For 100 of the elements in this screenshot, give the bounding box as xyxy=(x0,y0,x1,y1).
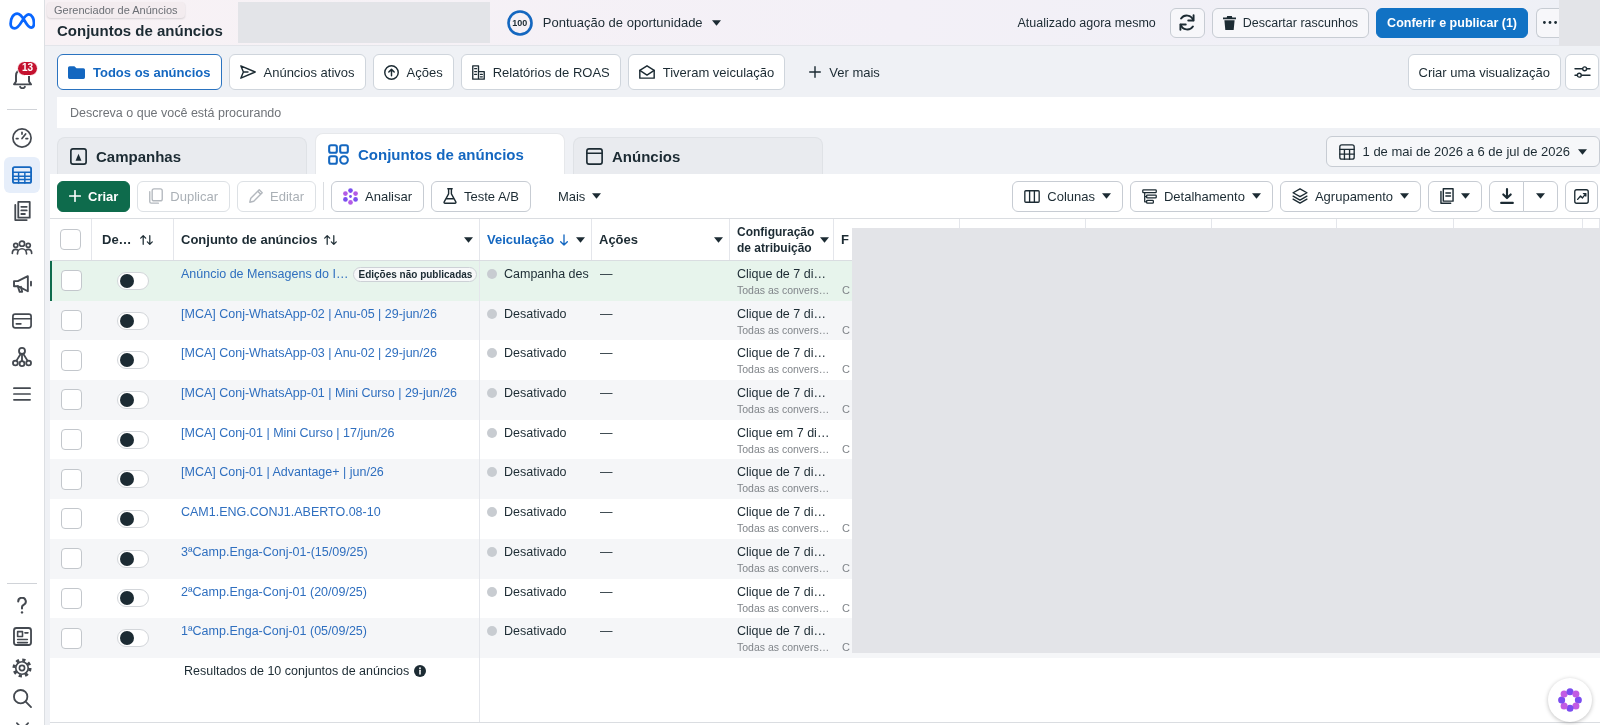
row-checkbox[interactable] xyxy=(60,389,82,411)
row-checkbox[interactable] xyxy=(60,548,82,570)
cell-text: C xyxy=(842,363,850,377)
column-header[interactable]: Conjunto de anúncios xyxy=(181,232,318,247)
view-tab[interactable]: Todos os anúncios xyxy=(57,54,222,90)
megaphone-icon xyxy=(12,275,32,294)
update-status: Atualizado agora mesmo xyxy=(1017,15,1156,30)
column-header[interactable]: Veiculação xyxy=(487,232,555,247)
view-tab[interactable]: Ações xyxy=(372,54,454,90)
toggle-switch[interactable] xyxy=(117,549,149,568)
opportunity-score-button[interactable]: Pontuação de oportunidade xyxy=(540,9,723,36)
cell-text: C xyxy=(842,522,850,536)
sidebar-item[interactable] xyxy=(4,156,40,193)
delivery-status: Desativado xyxy=(504,584,567,600)
row-checkbox[interactable] xyxy=(60,468,82,490)
cell-text: C xyxy=(842,442,850,456)
ad-set-name-link[interactable]: 3ªCamp.Enga-Conj-01-(15/09/25) xyxy=(181,544,368,560)
caret-icon xyxy=(1461,193,1470,199)
level-tab[interactable]: Campanhas xyxy=(57,137,307,174)
toolbar-button[interactable]: Analisar xyxy=(331,180,424,212)
row-checkbox[interactable] xyxy=(60,627,82,649)
people-icon xyxy=(11,240,33,256)
view-tab[interactable]: Anúncios ativos xyxy=(228,54,366,90)
column-header[interactable]: Ações xyxy=(599,232,639,247)
search-field[interactable]: Descreva o que você está procurando xyxy=(57,97,1600,128)
toolbar-button[interactable]: Teste A/B xyxy=(431,180,531,212)
toggle-switch[interactable] xyxy=(117,509,149,528)
row-checkbox[interactable] xyxy=(60,429,82,451)
ad-set-name-link[interactable]: 2ªCamp.Enga-Conj-01 (20/09/25) xyxy=(181,584,367,600)
infinity-logo-icon xyxy=(9,12,35,30)
attribution-setting: Clique de 7 di… xyxy=(737,306,826,322)
download-button[interactable] xyxy=(1489,180,1524,212)
status-dot-icon xyxy=(487,388,497,399)
attribution-setting: Clique de 7 di… xyxy=(737,267,826,282)
actions-value: — xyxy=(600,425,613,441)
notifications-button[interactable]: 13 xyxy=(4,60,40,96)
ad-set-name-link[interactable]: [MCA] Conj-WhatsApp-02 | Anu-05 | 29-jun/26 xyxy=(181,306,437,322)
publish-button[interactable]: Conferir e publicar (1) xyxy=(1376,7,1528,38)
ad-set-name-link[interactable]: [MCA] Conj-WhatsApp-03 | Anu-02 | 29-jun/26 xyxy=(181,346,437,362)
toggle-switch[interactable] xyxy=(117,589,149,608)
toggle-switch[interactable] xyxy=(117,271,149,290)
view-tab[interactable]: Tiveram veiculação xyxy=(627,54,786,90)
ad-set-name-link[interactable]: Anúncio de Mensagens do I… xyxy=(181,267,349,282)
tooltip: Gerenciador de Anúncios xyxy=(47,2,185,18)
more-menu-button[interactable]: Mais xyxy=(545,180,614,212)
score-ring xyxy=(506,9,533,36)
attribution-setting: Clique de 7 di… xyxy=(737,465,826,481)
toggle-switch[interactable] xyxy=(117,311,149,330)
refresh-button[interactable] xyxy=(1169,7,1205,38)
column-header[interactable]: Configuração de atribuição xyxy=(737,223,818,256)
pages-menu-button[interactable] xyxy=(1428,180,1482,212)
menu-icon xyxy=(13,386,31,401)
ad-set-name-link[interactable]: [MCA] Conj-01 | Mini Curso | 17/jun/26 xyxy=(181,425,395,441)
network-icon xyxy=(12,347,32,368)
row-checkbox[interactable] xyxy=(60,349,82,371)
date-range-button[interactable]: 1 de mai de 2026 a 6 de jul de 2026 xyxy=(1325,136,1600,167)
search-icon xyxy=(12,689,32,708)
create-button[interactable]: Criar xyxy=(57,180,131,212)
chart-button[interactable] xyxy=(1565,180,1598,212)
row-checkbox[interactable] xyxy=(60,270,82,292)
attribution-detail: Todas as convers… xyxy=(737,482,830,496)
row-checkbox[interactable] xyxy=(60,587,82,609)
toggle-switch[interactable] xyxy=(117,351,149,370)
ad-set-name-link[interactable]: [MCA] Conj-01 | Advantage+ | jun/26 xyxy=(181,465,384,481)
toolbar-menu-button[interactable]: Agrupamento xyxy=(1279,180,1421,212)
create-view-button[interactable]: Criar uma visualização xyxy=(1407,54,1561,90)
cell-text: C xyxy=(842,561,850,575)
credit-card-icon xyxy=(12,312,32,329)
more-button[interactable] xyxy=(1536,7,1559,38)
ad-set-name-link[interactable]: [MCA] Conj-WhatsApp-01 | Mini Curso | 29-jun/26 xyxy=(181,386,458,402)
attribution-detail: Todas as convers… xyxy=(737,641,830,655)
toggle-switch[interactable] xyxy=(117,470,149,489)
columns-icon xyxy=(1024,189,1041,203)
download-menu-button[interactable] xyxy=(1523,180,1558,212)
select-all-checkbox[interactable] xyxy=(60,229,81,250)
column-header[interactable]: De… xyxy=(102,232,132,247)
view-settings-button[interactable] xyxy=(1565,54,1599,90)
view-tab[interactable]: Relatórios de ROAS xyxy=(460,54,621,90)
status-dot-icon xyxy=(487,348,497,359)
triangle-in-square-icon xyxy=(70,147,87,165)
level-tab[interactable]: Conjuntos de anúncios xyxy=(315,133,565,174)
toggle-switch[interactable] xyxy=(117,390,149,409)
toggle-switch[interactable] xyxy=(117,629,149,648)
pages-icon xyxy=(1440,188,1454,204)
pencil-icon xyxy=(249,189,264,203)
column-header[interactable]: F xyxy=(841,232,849,247)
ad-set-name-link[interactable]: 1ªCamp.Enga-Conj-01 (05/09/25) xyxy=(181,624,367,640)
window-icon xyxy=(586,147,603,165)
toggle-switch[interactable] xyxy=(117,430,149,449)
attribution-detail: Todas as convers… xyxy=(737,442,830,456)
more-views-button[interactable]: Ver mais xyxy=(798,54,891,90)
actions-value: — xyxy=(600,465,613,481)
row-checkbox[interactable] xyxy=(60,310,82,332)
discard-button[interactable]: Descartar rascunhos xyxy=(1211,7,1370,38)
row-checkbox[interactable] xyxy=(60,508,82,530)
toolbar-menu-button[interactable]: Detalhamento xyxy=(1130,180,1273,212)
level-tab[interactable]: Anúncios xyxy=(573,137,823,174)
ad-set-name-link[interactable]: CAM1.ENG.CONJ1.ABERTO.08-10 xyxy=(181,505,381,521)
toolbar-menu-button[interactable]: Colunas xyxy=(1012,180,1123,212)
cell-text: C xyxy=(842,601,850,615)
